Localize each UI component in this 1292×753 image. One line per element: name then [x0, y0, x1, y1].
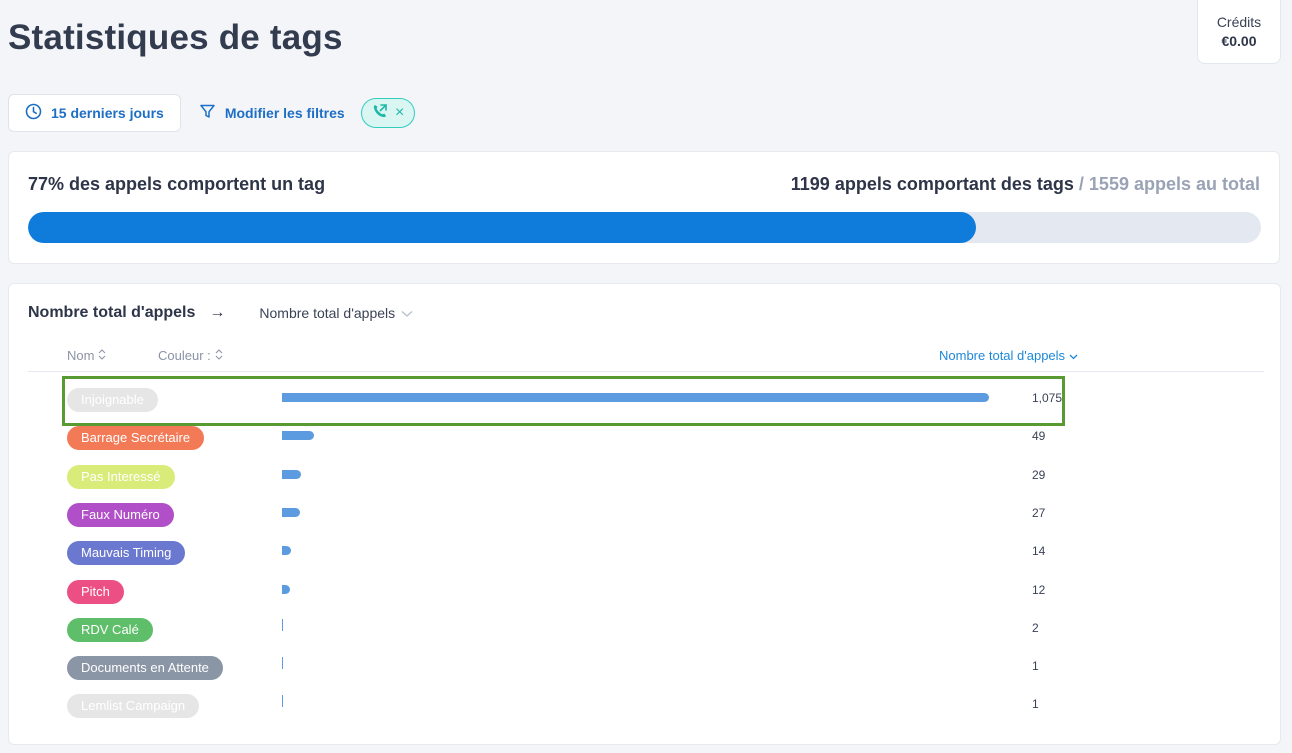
header-divider	[28, 371, 1264, 372]
sort-icon	[215, 348, 223, 363]
tag-pill: Lemlist Campaign	[67, 694, 200, 719]
column-header-name-label: Nom	[67, 348, 95, 363]
tag-pill: Documents en Attente	[67, 656, 223, 681]
tag-pill: Pitch	[67, 579, 124, 604]
table-row[interactable]: Lemlist Campaign 1	[9, 687, 1282, 725]
value-bar	[282, 469, 302, 479]
summary-separator: /	[1078, 174, 1084, 194]
row-value: 49	[1032, 429, 1046, 444]
outgoing-call-icon	[371, 102, 389, 125]
table-row[interactable]: Faux Numéro 27	[9, 496, 1282, 534]
tag-pill: Mauvais Timing	[67, 541, 186, 566]
chip-close-icon[interactable]: ×	[395, 105, 404, 121]
column-header-color-label: Couleur :	[158, 348, 211, 363]
chevron-down-icon	[1069, 348, 1078, 363]
chevron-down-icon	[401, 305, 413, 321]
row-value: 12	[1032, 582, 1046, 597]
funnel-icon	[199, 103, 216, 123]
call-filter-chip[interactable]: ×	[360, 98, 415, 128]
tag-pill: Injoignable	[67, 388, 158, 412]
row-value: 1	[1032, 659, 1039, 674]
tagged-progress-fill	[28, 212, 977, 243]
row-value: 27	[1032, 505, 1046, 520]
date-range-button[interactable]: 15 derniers jours	[8, 94, 181, 132]
credits-label: Crédits	[1216, 14, 1262, 30]
credits-value: €0.00	[1221, 33, 1257, 49]
tagged-progress-track	[28, 212, 1261, 243]
table-title: Nombre total d'appels	[28, 304, 196, 321]
clock-icon	[25, 103, 42, 123]
tag-pill: Faux Numéro	[67, 502, 174, 527]
column-header-color[interactable]: Couleur :	[158, 348, 223, 363]
table-row[interactable]: Pas Interessé 29	[9, 458, 1282, 496]
column-header-total-calls[interactable]: Nombre total d'appels	[939, 348, 1078, 363]
value-bar	[282, 431, 315, 441]
row-value: 1,075	[1032, 391, 1063, 405]
row-value: 14	[1032, 544, 1046, 559]
column-header-total-label: Nombre total d'appels	[939, 348, 1066, 363]
credits-card: Crédits €0.00	[1197, 0, 1281, 64]
value-bar	[282, 507, 300, 517]
calls-count-summary: 1199 appels comportant des tags / 1559 a…	[791, 174, 1260, 195]
metric-select[interactable]: Nombre total d'appels	[259, 305, 413, 321]
row-value: 1	[1032, 697, 1039, 712]
arrow-right-icon: →	[209, 304, 226, 321]
summary-card: 77% des appels comportent un tag 1199 ap…	[8, 151, 1280, 264]
row-value: 2	[1032, 620, 1039, 635]
value-bar	[282, 695, 283, 708]
total-calls-text: 1559 appels au total	[1088, 174, 1260, 194]
table-row[interactable]: Documents en Attente 1	[9, 649, 1282, 687]
sort-icon	[98, 348, 106, 363]
tagged-percent-text: 77% des appels comportent un tag	[28, 174, 326, 194]
date-range-label: 15 derniers jours	[51, 105, 164, 121]
row-value: 29	[1032, 467, 1046, 482]
table-row[interactable]: Barrage Secrétaire 49	[9, 419, 1282, 457]
tag-pill: RDV Calé	[67, 617, 153, 642]
tag-stats-table: Nombre total d'appels → Nombre total d'a…	[8, 283, 1281, 745]
table-row[interactable]: Mauvais Timing 14	[9, 534, 1282, 572]
tag-pill: Pas Interessé	[67, 464, 175, 489]
value-bar	[282, 657, 283, 670]
table-title-row: Nombre total d'appels → Nombre total d'a…	[28, 304, 413, 322]
filter-row: 15 derniers jours Modifier les filtres ×	[8, 94, 415, 132]
table-row[interactable]: RDV Calé 2	[9, 611, 1282, 649]
table-row[interactable]: Injoignable 1,075	[9, 381, 1282, 419]
value-bar	[282, 584, 290, 594]
tag-pill: Barrage Secrétaire	[67, 426, 205, 451]
value-bar	[282, 546, 292, 556]
metric-select-value: Nombre total d'appels	[259, 305, 396, 321]
column-header-name[interactable]: Nom	[67, 348, 106, 363]
modify-filters-label: Modifier les filtres	[224, 105, 345, 121]
tagged-calls-text: 1199 appels comportant des tags	[790, 174, 1074, 194]
value-bar	[282, 618, 284, 631]
modify-filters-button[interactable]: Modifier les filtres	[199, 94, 345, 132]
value-bar	[282, 393, 989, 402]
page-title: Statistiques de tags	[8, 18, 343, 57]
table-row[interactable]: Pitch 12	[9, 573, 1282, 611]
